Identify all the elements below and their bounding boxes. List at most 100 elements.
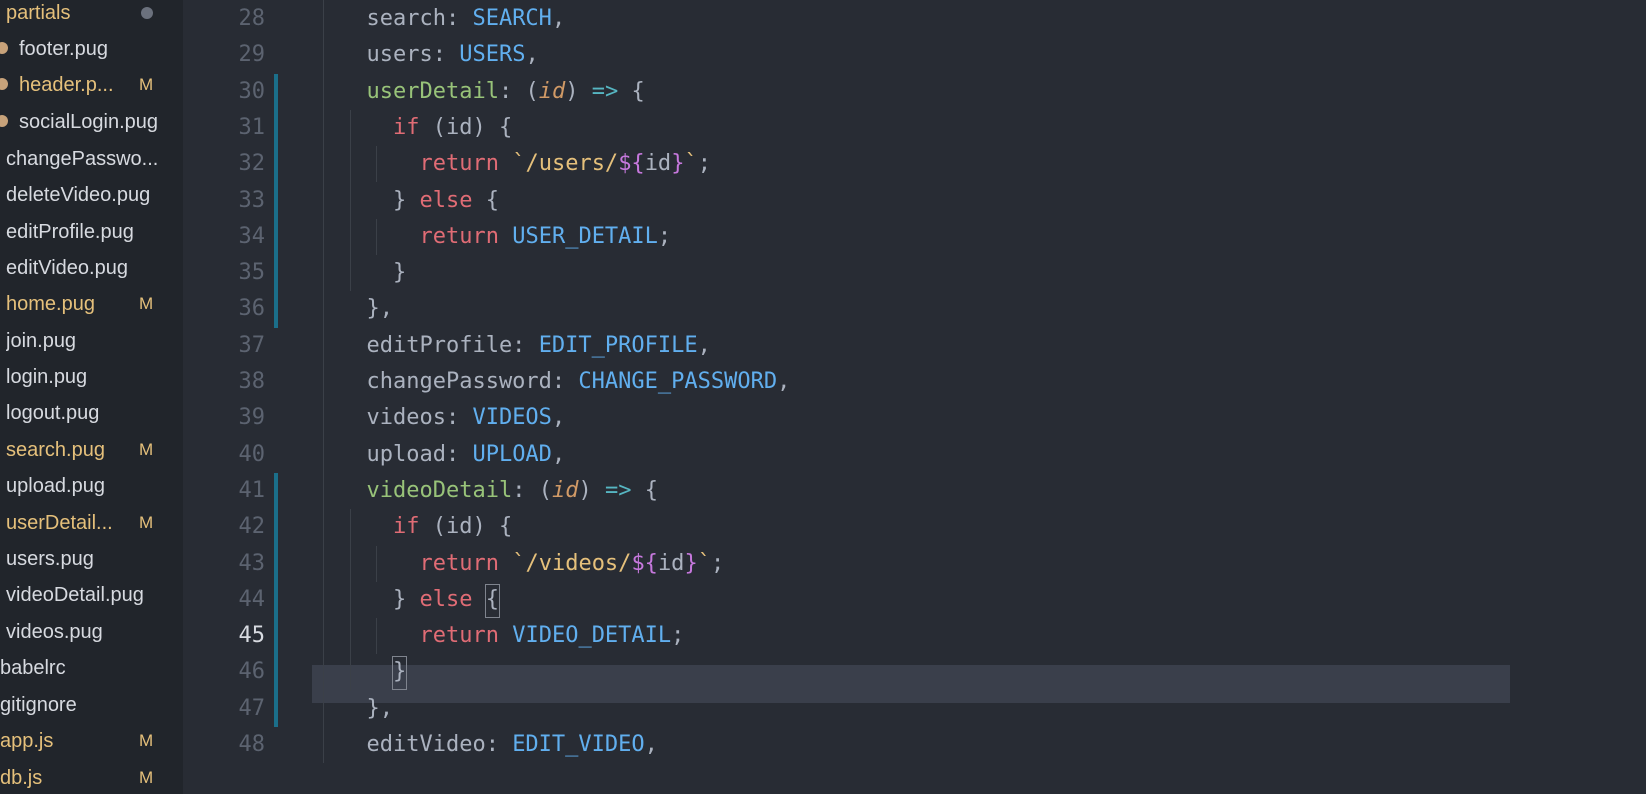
line-number: 42: [238, 514, 266, 540]
code-token: ;: [657, 223, 672, 249]
code-token: search:: [340, 6, 473, 31]
file-item[interactable]: partials: [0, 0, 183, 31]
file-name: babelrc: [0, 657, 66, 679]
code-line[interactable]: return `/users/${id}`;: [340, 151, 1540, 177]
code-token: ): [578, 477, 605, 503]
file-name: editVideo.pug: [6, 257, 128, 279]
code-line[interactable]: userDetail: (id) => {: [340, 79, 1540, 105]
code-token: ,: [644, 732, 658, 757]
file-item[interactable]: videoDetail.pug: [0, 577, 183, 613]
code-line[interactable]: return `/videos/${id}`;: [340, 551, 1540, 577]
file-item[interactable]: logout.pug: [0, 395, 183, 431]
indent-guide: [376, 146, 378, 183]
line-number: 48: [238, 732, 266, 757]
code-token: }: [684, 550, 698, 576]
code-line[interactable]: }: [340, 659, 1540, 685]
code-line[interactable]: editVideo: EDIT_VIDEO,: [340, 732, 1540, 758]
code-token: SEARCH: [472, 6, 552, 31]
code-token: ): [565, 78, 592, 104]
code-token: id: [551, 477, 579, 503]
code-token: }: [671, 151, 685, 177]
indent-guide: [349, 109, 351, 292]
code-token: USER_DETAIL: [512, 223, 658, 249]
indent-guide: [349, 509, 351, 691]
code-token: `: [697, 550, 711, 576]
file-item[interactable]: app.js M: [0, 723, 183, 759]
code-token: ${: [618, 151, 645, 177]
code-token: {: [618, 78, 645, 104]
file-name: home.pug: [6, 293, 95, 315]
file-item[interactable]: home.pug M: [0, 286, 183, 322]
code-line[interactable]: return USER_DETAIL;: [340, 224, 1540, 250]
line-number: 44: [238, 586, 266, 612]
modified-badge: M: [139, 75, 154, 94]
code-token: ;: [710, 550, 725, 576]
code-line[interactable]: editProfile: EDIT_PROFILE,: [340, 333, 1540, 359]
file-item[interactable]: babelrc: [0, 650, 183, 686]
file-item[interactable]: join.pug: [0, 323, 183, 359]
code-line[interactable]: } else {: [340, 587, 1540, 613]
line-number: 38: [238, 369, 266, 394]
code-token: id: [657, 550, 685, 576]
code-token: else: [419, 187, 473, 213]
file-item[interactable]: upload.pug: [0, 468, 183, 504]
file-item[interactable]: login.pug: [0, 359, 183, 395]
file-name: userDetail...: [6, 512, 113, 534]
code-line[interactable]: videoDetail: (id) => {: [340, 478, 1540, 504]
git-diff-marker[interactable]: [274, 472, 278, 727]
file-name: login.pug: [6, 366, 88, 388]
file-name: upload.pug: [6, 475, 105, 497]
line-number-gutter: 2728293031323334353637383940414243444546…: [183, 0, 283, 794]
pug-icon: [0, 78, 8, 90]
code-token: {: [631, 477, 658, 503]
code-line[interactable]: videos: VIDEOS,: [340, 405, 1540, 431]
file-name: editProfile.pug: [6, 221, 134, 243]
code-token: (id) {: [419, 114, 513, 140]
code-line[interactable]: },: [340, 696, 1540, 722]
code-editor[interactable]: 2728293031323334353637383940414243444546…: [183, 0, 1646, 794]
code-line[interactable]: search: SEARCH,: [340, 6, 1540, 32]
code-token: `/users/: [512, 151, 619, 177]
code-line[interactable]: return VIDEO_DETAIL;: [340, 623, 1540, 649]
code-token: ,: [551, 405, 566, 431]
file-item[interactable]: socialLogin.pug: [0, 104, 183, 140]
file-item[interactable]: editProfile.pug: [0, 214, 183, 250]
code-line[interactable]: users: USERS,: [340, 42, 1540, 68]
file-item[interactable]: header.p... M: [0, 67, 183, 103]
file-item[interactable]: editVideo.pug: [0, 250, 183, 286]
file-item[interactable]: gitignore: [0, 687, 183, 723]
line-number: 32: [238, 151, 266, 177]
code-line[interactable]: changePassword: CHANGE_PASSWORD,: [340, 369, 1540, 395]
file-item[interactable]: footer.pug: [0, 31, 183, 67]
code-line[interactable]: }: [340, 260, 1540, 286]
line-number: 37: [238, 332, 266, 358]
line-number: 31: [238, 114, 266, 140]
file-item[interactable]: db.js M: [0, 760, 183, 794]
file-item[interactable]: changePasswo...: [0, 141, 183, 177]
code-token: return: [419, 151, 499, 177]
code-line[interactable]: },: [340, 296, 1540, 322]
git-diff-marker[interactable]: [274, 73, 278, 328]
code-line[interactable]: if (id) {: [340, 115, 1540, 141]
file-name: videos.pug: [6, 621, 103, 643]
file-item[interactable]: videos.pug: [0, 614, 183, 650]
code-token: =>: [591, 78, 619, 104]
code-line[interactable]: } else {: [340, 188, 1540, 214]
file-item[interactable]: users.pug: [0, 541, 183, 577]
code-token: UPLOAD: [472, 441, 552, 467]
file-item[interactable]: userDetail... M: [0, 505, 183, 541]
code-token: ,: [551, 441, 566, 467]
file-item[interactable]: search.pug M: [0, 432, 183, 468]
code-line[interactable]: if (id) {: [340, 514, 1540, 540]
code-line[interactable]: upload: UPLOAD,: [340, 442, 1540, 468]
file-item[interactable]: deleteVideo.pug: [0, 177, 183, 213]
file-name: join.pug: [6, 330, 77, 352]
code-token: userDetail: [366, 78, 499, 104]
code-token: users:: [340, 42, 460, 68]
file-explorer: partials footer.pug header.p... MsocialLogi…: [0, 0, 183, 794]
